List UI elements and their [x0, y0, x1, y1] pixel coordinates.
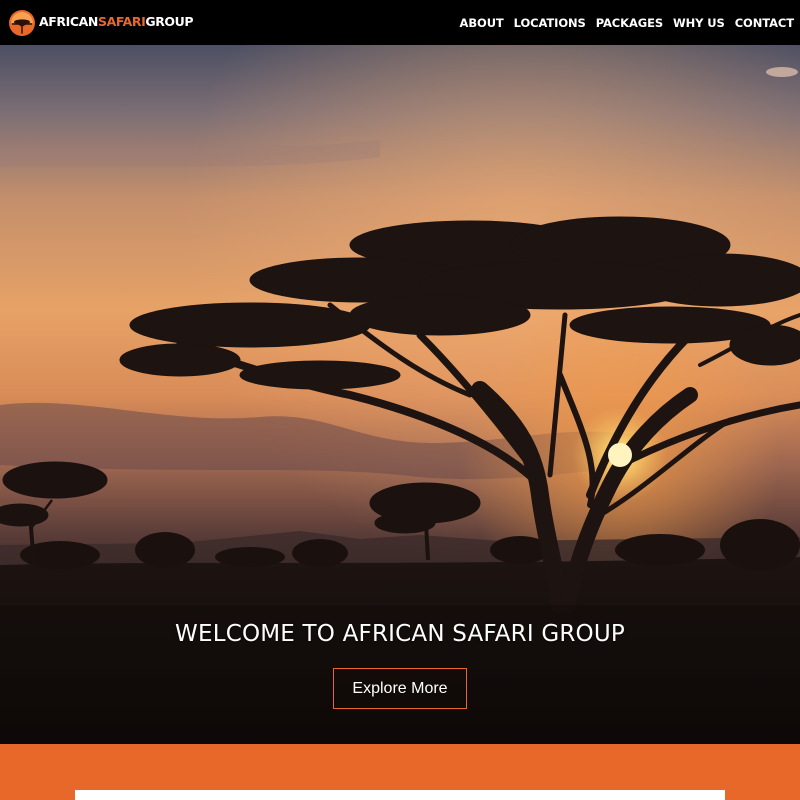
- nav-link-locations[interactable]: LOCATIONS: [514, 16, 586, 30]
- safari-logo-icon: [9, 9, 35, 36]
- nav-link-about[interactable]: ABOUT: [460, 16, 504, 30]
- explore-more-button[interactable]: Explore More: [333, 668, 467, 709]
- top-navbar: AFRICANSAFARIGROUP ABOUT LOCATIONS PACKA…: [0, 0, 800, 45]
- hero-section: WELCOME TO AFRICAN SAFARI GROUP Explore …: [0, 45, 800, 745]
- brand-name: AFRICANSAFARIGROUP: [39, 14, 194, 30]
- content-card: [75, 790, 725, 800]
- main-nav: ABOUT LOCATIONS PACKAGES WHY US CONTACT: [460, 16, 795, 30]
- brand-logo-link[interactable]: AFRICANSAFARIGROUP: [8, 9, 194, 37]
- brand-word-african: AFRICAN: [39, 14, 98, 30]
- brand-word-group: GROUP: [145, 14, 194, 30]
- hero-title: WELCOME TO AFRICAN SAFARI GROUP: [175, 621, 625, 647]
- nav-link-packages[interactable]: PACKAGES: [596, 16, 663, 30]
- nav-link-why-us[interactable]: WHY US: [673, 16, 725, 30]
- nav-link-contact[interactable]: CONTACT: [735, 16, 794, 30]
- brand-word-safari: SAFARI: [98, 14, 146, 30]
